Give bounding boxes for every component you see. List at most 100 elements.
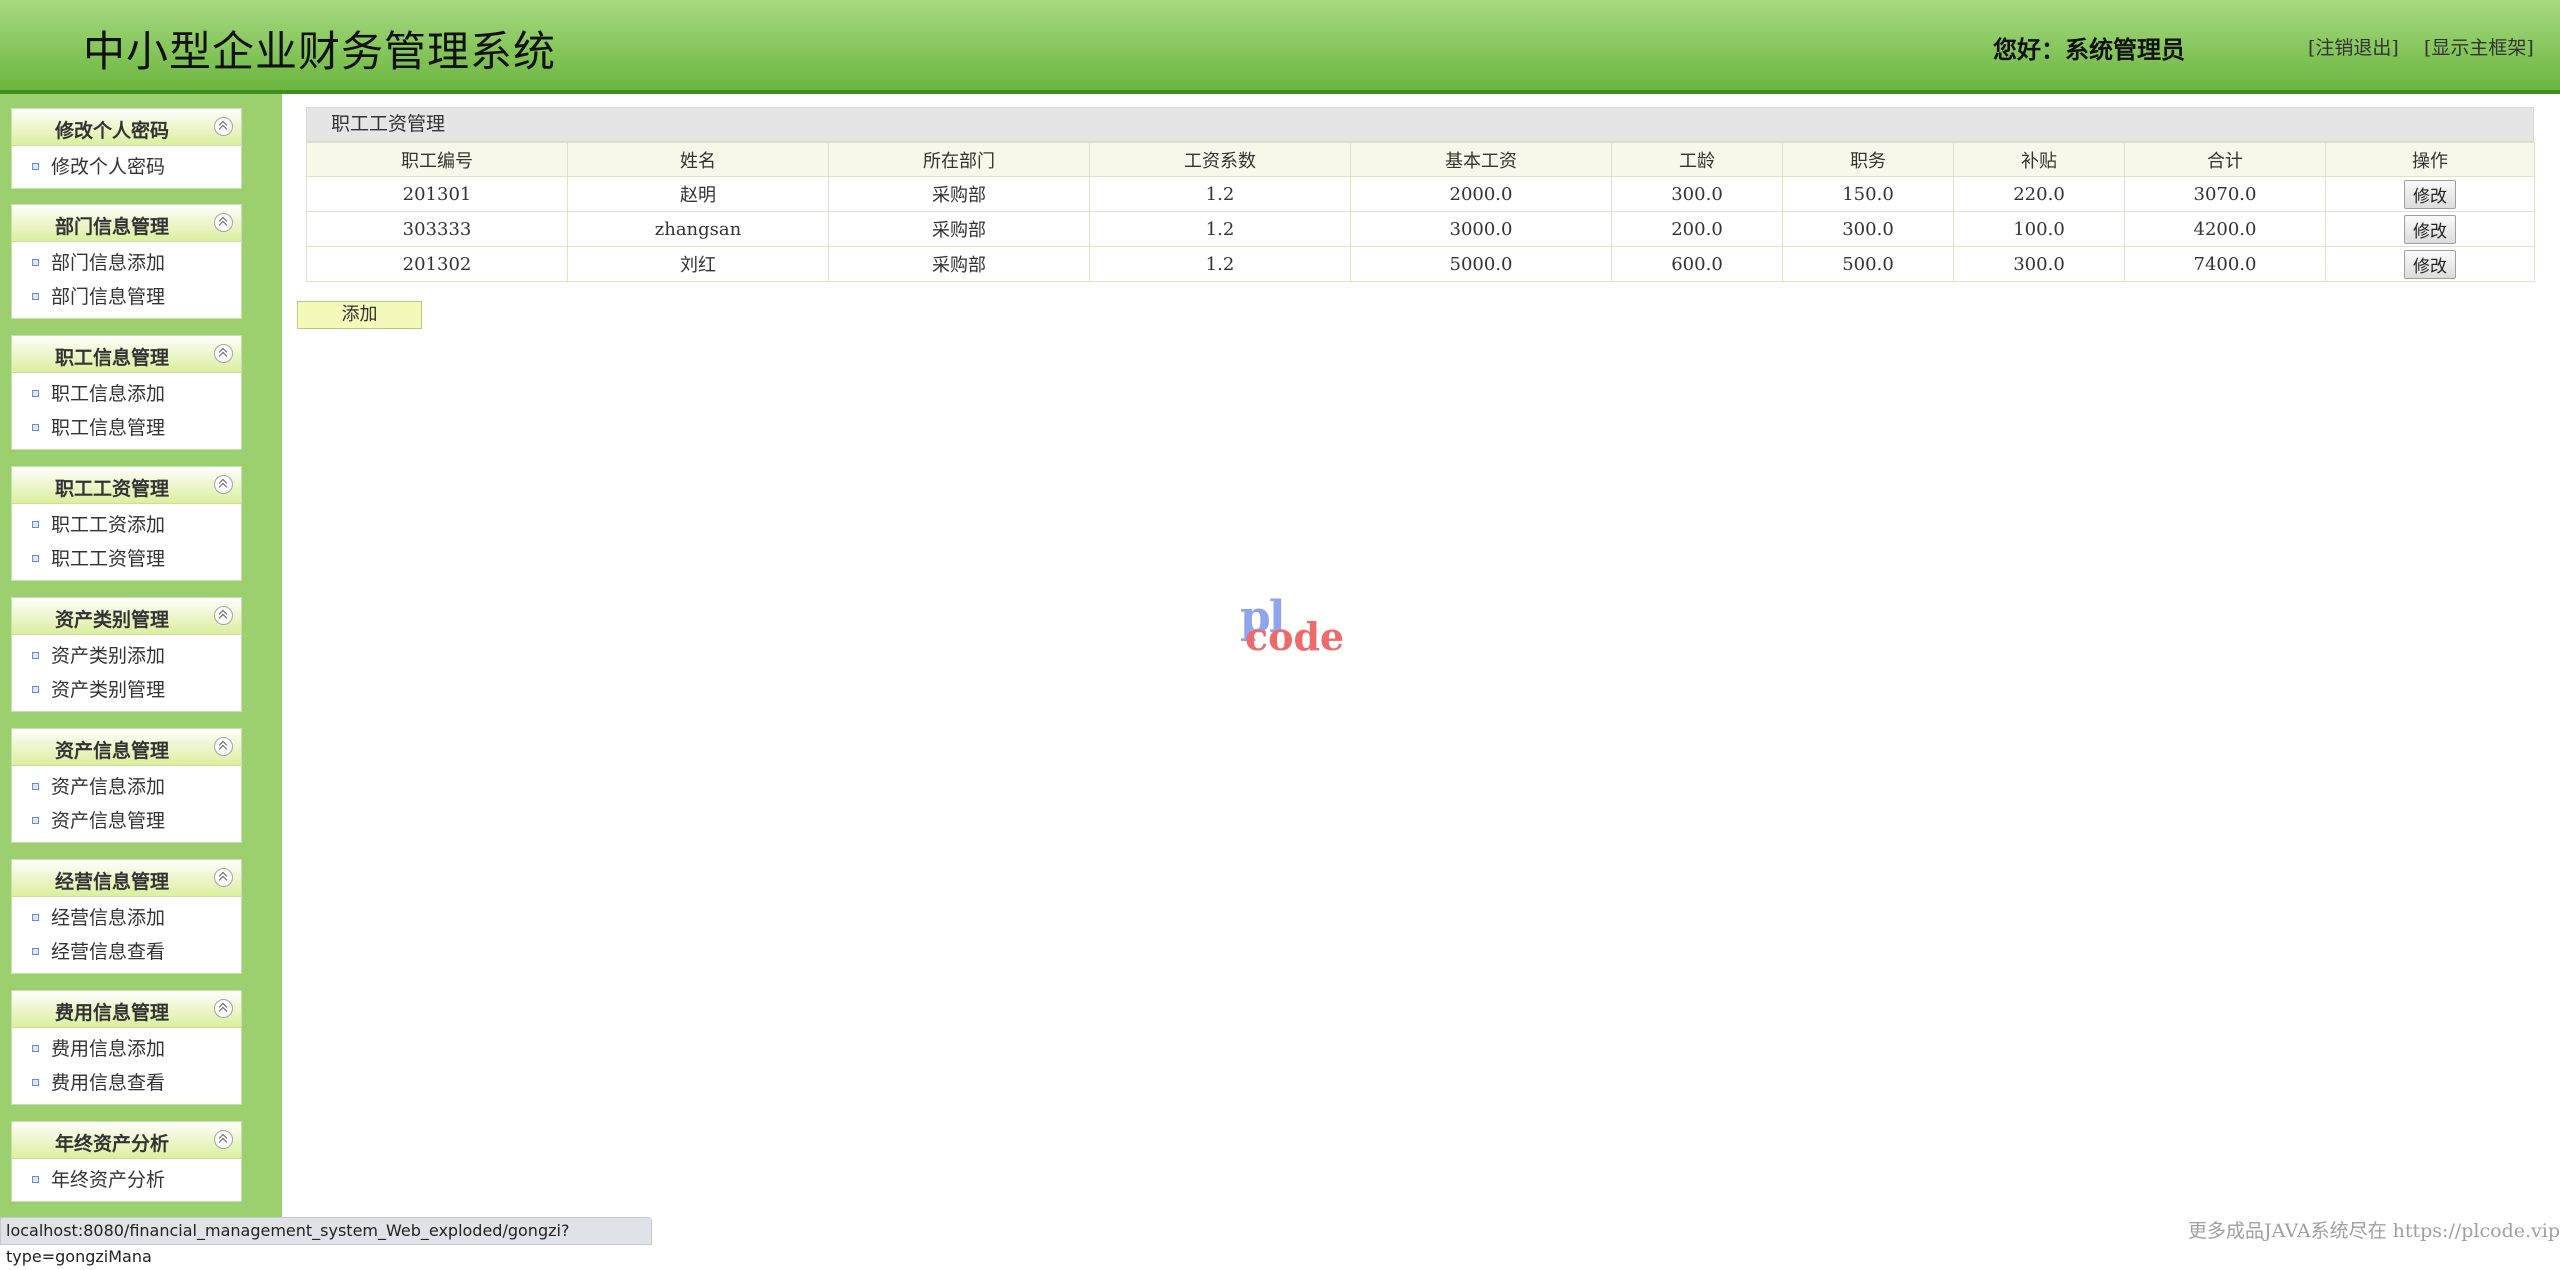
menu-group-asset-category: 资产类别管理 资产类别添加 资产类别管理 <box>11 597 242 712</box>
menu-group-password: 修改个人密码 修改个人密码 <box>11 108 242 189</box>
table-cell: 4200.0 <box>2124 211 2326 247</box>
table-cell: zhangsan <box>567 211 829 247</box>
sidebar-item-asset-info-manage[interactable]: 资产信息管理 <box>12 804 241 838</box>
collapse-up-icon[interactable] <box>214 737 233 756</box>
footer-watermark: 更多成品JAVA系统尽在 https://plcode.vip <box>2188 1220 2560 1242</box>
menu-head-expense[interactable]: 费用信息管理 <box>12 991 241 1028</box>
sidebar-item-operation-add[interactable]: 经营信息添加 <box>12 901 241 935</box>
edit-button[interactable]: 修改 <box>2404 179 2456 209</box>
menu-head-label: 职工工资管理 <box>54 478 169 500</box>
edit-button[interactable]: 修改 <box>2404 214 2456 244</box>
show-main-frame-link[interactable]: [显示主框架] <box>2424 33 2534 60</box>
menu-group-operation: 经营信息管理 经营信息添加 经营信息查看 <box>11 859 242 974</box>
bullet-icon <box>32 163 39 170</box>
menu-head-salary[interactable]: 职工工资管理 <box>12 467 241 504</box>
edit-button[interactable]: 修改 <box>2404 249 2456 279</box>
column-header: 基本工资 <box>1350 142 1612 177</box>
sidebar-item-salary-manage[interactable]: 职工工资管理 <box>12 542 241 576</box>
bullet-icon <box>32 390 39 397</box>
table-cell: 220.0 <box>1953 176 2125 212</box>
table-cell: 201302 <box>306 246 568 282</box>
table-header-row: 职工编号 姓名 所在部门 工资系数 基本工资 工龄 职务 补贴 合计 操作 <box>306 142 2535 177</box>
bullet-icon <box>32 817 39 824</box>
table-cell: 150.0 <box>1782 176 1954 212</box>
logout-link[interactable]: [注销退出] <box>2308 33 2399 60</box>
menu-head-label: 年终资产分析 <box>54 1133 169 1155</box>
sidebar-item-asset-info-add[interactable]: 资产信息添加 <box>12 770 241 804</box>
menu-head-label: 修改个人密码 <box>54 120 169 142</box>
menu-group-asset-info: 资产信息管理 资产信息添加 资产信息管理 <box>11 728 242 843</box>
bullet-icon <box>32 686 39 693</box>
column-header: 职工编号 <box>306 142 568 177</box>
collapse-up-icon[interactable] <box>214 868 233 887</box>
menu-head-operation[interactable]: 经营信息管理 <box>12 860 241 897</box>
plcode-logo: pl code <box>1240 592 1344 659</box>
table-cell: 赵明 <box>567 176 829 212</box>
salary-panel: 职工工资管理 职工编号 姓名 所在部门 工资系数 基本工资 工龄 职务 补贴 合… <box>306 107 2535 282</box>
table-cell: 2000.0 <box>1350 176 1612 212</box>
table-cell: 200.0 <box>1611 211 1783 247</box>
sidebar-item-expense-add[interactable]: 费用信息添加 <box>12 1032 241 1066</box>
menu-head-employee[interactable]: 职工信息管理 <box>12 336 241 373</box>
sidebar-item-department-manage[interactable]: 部门信息管理 <box>12 280 241 314</box>
collapse-up-icon[interactable] <box>214 344 233 363</box>
menu-group-year-end: 年终资产分析 年终资产分析 <box>11 1121 242 1202</box>
sidebar-item-asset-category-manage[interactable]: 资产类别管理 <box>12 673 241 707</box>
menu-group-employee: 职工信息管理 职工信息添加 职工信息管理 <box>11 335 242 450</box>
bullet-icon <box>32 783 39 790</box>
sidebar-item-year-end-analysis[interactable]: 年终资产分析 <box>12 1163 241 1197</box>
column-header: 补贴 <box>1953 142 2125 177</box>
column-header: 工龄 <box>1611 142 1783 177</box>
menu-head-label: 职工信息管理 <box>54 347 169 369</box>
menu-head-label: 费用信息管理 <box>54 1002 169 1024</box>
table-cell: 300.0 <box>1611 176 1783 212</box>
table-cell-action: 修改 <box>2325 211 2535 247</box>
table-row: 303333 zhangsan 采购部 1.2 3000.0 200.0 300… <box>306 211 2535 247</box>
bullet-icon <box>32 914 39 921</box>
logo-text-bottom: code <box>1245 614 1345 659</box>
table-cell: 500.0 <box>1782 246 1954 282</box>
table-cell: 300.0 <box>1782 211 1954 247</box>
collapse-up-icon[interactable] <box>214 475 233 494</box>
menu-head-department[interactable]: 部门信息管理 <box>12 205 241 242</box>
table-cell: 刘红 <box>567 246 829 282</box>
menu-head-asset-info[interactable]: 资产信息管理 <box>12 729 241 766</box>
collapse-up-icon[interactable] <box>214 606 233 625</box>
menu-head-year-end[interactable]: 年终资产分析 <box>12 1122 241 1159</box>
sidebar-item-employee-manage[interactable]: 职工信息管理 <box>12 411 241 445</box>
menu-head-password[interactable]: 修改个人密码 <box>12 109 241 146</box>
menu-head-label: 资产类别管理 <box>54 609 169 631</box>
collapse-up-icon[interactable] <box>214 213 233 232</box>
column-header: 合计 <box>2124 142 2326 177</box>
table-cell: 采购部 <box>828 246 1090 282</box>
bullet-icon <box>32 521 39 528</box>
sidebar-item-asset-category-add[interactable]: 资产类别添加 <box>12 639 241 673</box>
sidebar-item-expense-view[interactable]: 费用信息查看 <box>12 1066 241 1100</box>
user-greeting: 您好：系统管理员 <box>1993 35 2185 64</box>
menu-group-expense: 费用信息管理 费用信息添加 费用信息查看 <box>11 990 242 1105</box>
sidebar-item-department-add[interactable]: 部门信息添加 <box>12 246 241 280</box>
sidebar-item-change-password[interactable]: 修改个人密码 <box>12 150 241 184</box>
add-button[interactable]: 添加 <box>297 301 422 329</box>
table-cell: 采购部 <box>828 176 1090 212</box>
collapse-up-icon[interactable] <box>214 1130 233 1149</box>
table-cell: 303333 <box>306 211 568 247</box>
menu-head-asset-category[interactable]: 资产类别管理 <box>12 598 241 635</box>
column-header: 职务 <box>1782 142 1954 177</box>
bullet-icon <box>32 1045 39 1052</box>
collapse-up-icon[interactable] <box>214 117 233 136</box>
table-cell: 5000.0 <box>1350 246 1612 282</box>
table-cell: 1.2 <box>1089 246 1351 282</box>
table-cell: 3000.0 <box>1350 211 1612 247</box>
sidebar-item-employee-add[interactable]: 职工信息添加 <box>12 377 241 411</box>
table-cell: 3070.0 <box>2124 176 2326 212</box>
app-header: 中小型企业财务管理系统 您好：系统管理员 [注销退出] [显示主框架] <box>0 0 2560 94</box>
sidebar-item-salary-add[interactable]: 职工工资添加 <box>12 508 241 542</box>
table-cell: 201301 <box>306 176 568 212</box>
table-row: 201302 刘红 采购部 1.2 5000.0 600.0 500.0 300… <box>306 246 2535 282</box>
table-cell: 1.2 <box>1089 211 1351 247</box>
bullet-icon <box>32 259 39 266</box>
salary-table: 职工编号 姓名 所在部门 工资系数 基本工资 工龄 职务 补贴 合计 操作 20… <box>306 142 2535 282</box>
collapse-up-icon[interactable] <box>214 999 233 1018</box>
sidebar-item-operation-view[interactable]: 经营信息查看 <box>12 935 241 969</box>
